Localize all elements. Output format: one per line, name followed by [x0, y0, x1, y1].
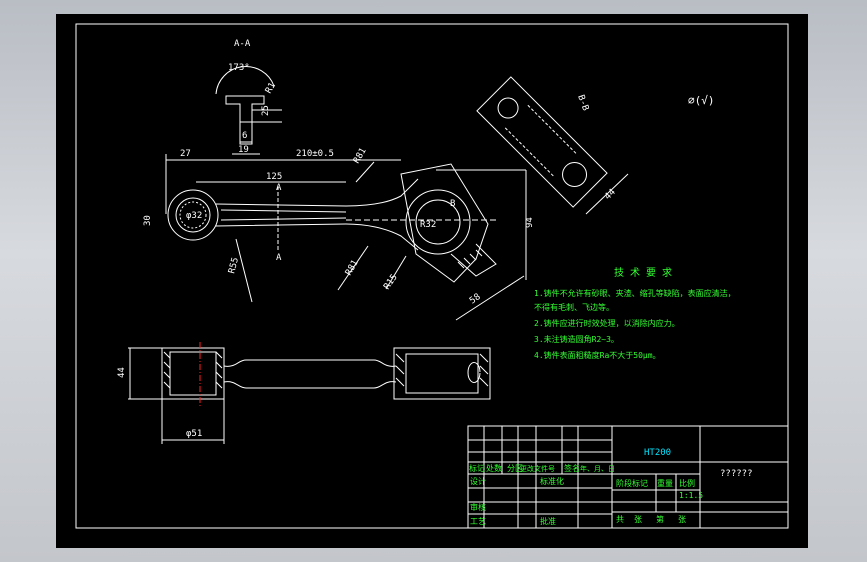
inner-border [75, 23, 789, 529]
shank-bottom-edge [215, 223, 419, 251]
header-sign: 签名 [564, 463, 580, 473]
cad-drawing: A-A 173° R1 25 6 19 210±0.5 27 125 30 94… [75, 23, 789, 529]
shank-inner-bottom [220, 217, 347, 221]
label-scale: 比例 [679, 478, 695, 488]
label-process: 工艺 [470, 517, 486, 526]
detail-hidden-top [527, 104, 577, 154]
section-angle: 173° [228, 63, 250, 73]
tech-title: 技 术 要 求 [614, 266, 672, 279]
bottom-shank-bottom [223, 381, 397, 389]
tech-line-1: 1.铸件不允许有砂眼、夹渣、缩孔等缺陷，表面应清洁， [534, 288, 736, 298]
header-mark: 标记 [469, 463, 485, 473]
main-view[interactable]: 210±0.5 27 125 30 94 φ32 A A B R32 R55 R… [143, 146, 535, 321]
tech-line-4: 3.未注铸造圆角R2~3。 [534, 334, 619, 344]
tech-line-3: 2.铸件应进行时效处理，以消除内应力。 [534, 318, 680, 328]
header-date: 年、月、日 [580, 464, 615, 473]
dim-210: 210±0.5 [296, 149, 334, 159]
small-end-hatching [163, 351, 223, 389]
section-dim-6: 6 [242, 131, 247, 141]
shank-top-edge [215, 178, 419, 207]
label-sheets: 张 [634, 515, 642, 524]
bottom-big-bore [405, 353, 479, 394]
scale-value: 1:1.5 [679, 491, 703, 500]
dim-r81a: R81 [352, 146, 369, 165]
detail-left-hole [497, 97, 519, 119]
cap-bolt-boss [450, 243, 497, 277]
detail-hidden-bottom [504, 127, 554, 177]
shank-inner-top [220, 209, 347, 213]
dim-30: 30 [143, 215, 153, 226]
detail-body [476, 76, 608, 208]
label-standard: 标准化 [540, 476, 564, 486]
label-approve: 批准 [540, 516, 556, 526]
dim-125: 125 [266, 172, 282, 182]
roughness-symbol: ∅(√) [688, 94, 715, 107]
label-design: 设计 [470, 476, 486, 486]
dim-94: 94 [525, 217, 535, 228]
section-view-a-a[interactable]: A-A 173° R1 25 6 19 [215, 39, 282, 155]
label-sheet-no: 第 [656, 514, 664, 524]
bottom-small-bore [169, 351, 217, 396]
dim-small-hole: φ32 [186, 211, 202, 221]
leader-r55 [235, 238, 253, 303]
section-mark-bottom: A [276, 253, 282, 263]
label-review: 审核 [470, 502, 486, 512]
dim-r81b: R81 [344, 258, 361, 277]
big-end-hatching [395, 353, 489, 387]
section-dim-25: 25 [261, 105, 271, 116]
technical-requirements[interactable]: 技 术 要 求 1.铸件不允许有砂眼、夹渣、缩孔等缺陷，表面应清洁， 不得有毛刺… [534, 266, 736, 360]
big-end-outline [400, 163, 489, 283]
section-mark-top: A [276, 183, 282, 193]
label-weight: 重量 [657, 478, 673, 488]
detail-view-b-b[interactable] [476, 76, 608, 208]
part-name: ?????? [720, 469, 753, 479]
detail-label: B-B [575, 94, 590, 113]
bottom-big-end [393, 347, 491, 400]
bottom-small-end [161, 347, 225, 400]
bottom-dim-height: 44 [117, 367, 127, 378]
dim-line-58 [455, 275, 525, 321]
material-text: HT200 [644, 448, 671, 458]
label-total: 共 [616, 515, 624, 524]
header-doc: 更改文件号 [520, 464, 555, 473]
title-block[interactable]: HT200 ?????? 1:1.5 标记 处数 分区 更改文件号 签名 年、月… [467, 425, 789, 529]
bottom-shank-top [223, 359, 397, 367]
section-label: A-A [234, 39, 251, 49]
dim-r32: R32 [420, 220, 436, 230]
dim-r55: R55 [227, 256, 241, 274]
dim-r15: R15 [382, 273, 400, 292]
bottom-view[interactable]: 44 φ51 [117, 342, 491, 444]
detail-dim-44: 44 [603, 187, 618, 202]
detail-right-hole [562, 162, 588, 188]
dim-27: 27 [180, 149, 191, 159]
bottom-dim-width: φ51 [186, 429, 202, 439]
header-count: 处数 [486, 463, 502, 473]
label-sheet: 张 [678, 515, 686, 524]
label-stage: 阶段标记 [616, 478, 648, 488]
drawing-sheet[interactable]: A-A 173° R1 25 6 19 210±0.5 27 125 30 94… [56, 14, 808, 548]
section-dim-r1: R1 [264, 81, 278, 95]
section-dim-19: 19 [238, 145, 249, 155]
viewport-background: A-A 173° R1 25 6 19 210±0.5 27 125 30 94… [0, 0, 867, 562]
b-mark: B [450, 199, 455, 209]
tech-line-2: 不得有毛刺、飞边等。 [534, 302, 614, 312]
tech-line-5: 4.铸件表面粗糙度Ra不大于50μm。 [534, 350, 661, 360]
